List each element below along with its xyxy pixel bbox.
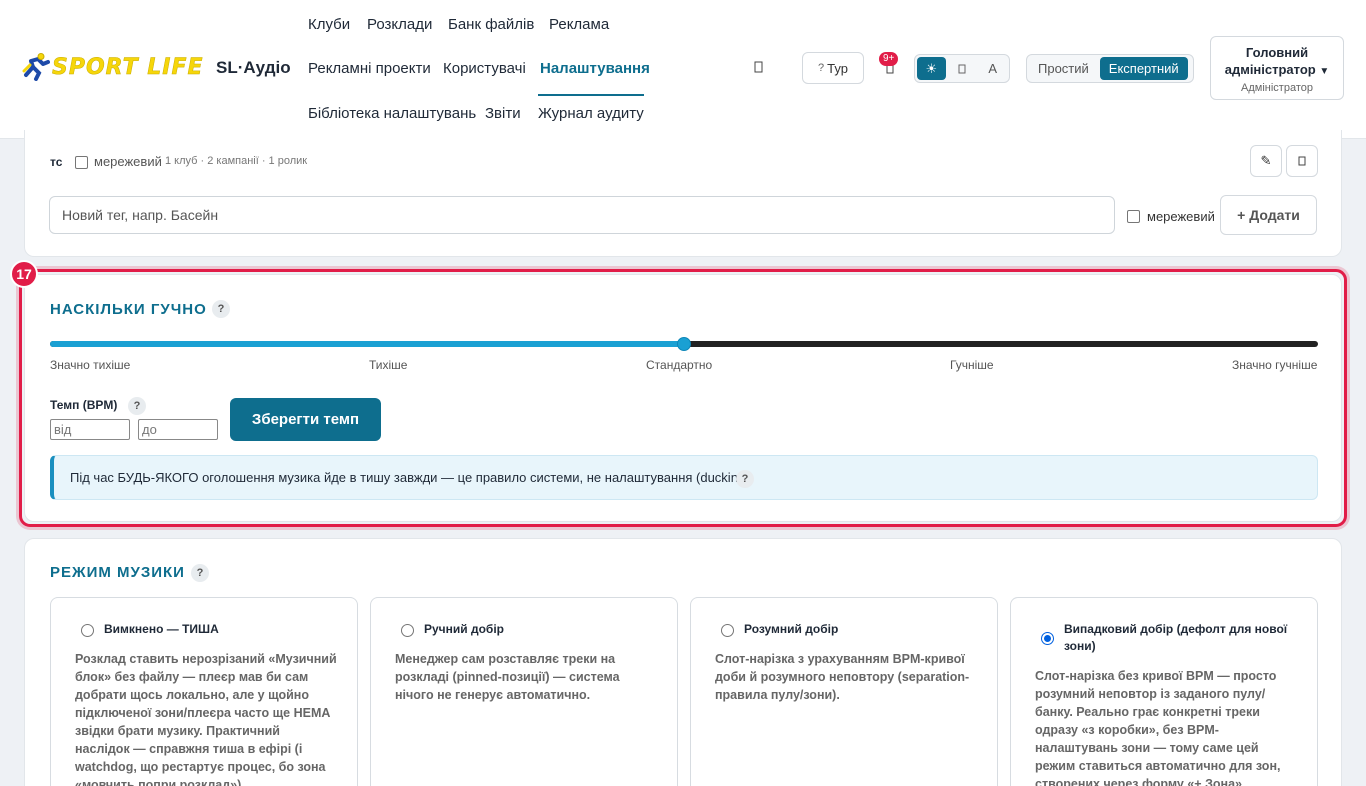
new-tag-network-checkbox[interactable] (1127, 210, 1140, 223)
nav-settings[interactable]: Налаштування (540, 60, 650, 77)
mode-option-title: Розумний добір (744, 622, 839, 636)
notifications-badge: 9+ (879, 52, 899, 66)
save-tempo-button[interactable]: Зберегти темп (230, 398, 381, 441)
mode-simple-button[interactable]: Простий (1029, 57, 1098, 80)
tour-step-badge: 17 (10, 260, 38, 288)
loudness-help-icon[interactable]: ? (212, 300, 230, 318)
nav-ads[interactable]: Реклама (549, 16, 609, 33)
tempo-help-icon[interactable]: ? (128, 397, 146, 415)
nav-settings-library[interactable]: Бібліотека налаштувань (308, 105, 476, 122)
slider-label-standard: Стандартно (646, 358, 713, 372)
mode-option-desc: Слот-нарізка з урахуванням BPM-кривої до… (715, 652, 970, 702)
mode-option-random[interactable]: Випадковий добір (дефолт для нової зони)… (1010, 597, 1318, 786)
ducking-info-text: Під час БУДЬ-ЯКОГО оголошення музика йде… (70, 470, 754, 485)
nav-audit-log[interactable]: Журнал аудиту (538, 105, 644, 122)
ui-mode-switcher: Простий Експертний (1026, 54, 1194, 83)
tag-network-checkbox[interactable] (75, 156, 88, 169)
nav-file-bank[interactable]: Банк файлів (448, 16, 534, 33)
slider-thumb[interactable] (677, 337, 691, 351)
tag-name: тс (50, 155, 63, 169)
sport-life-logo[interactable]: SPORT LIFE (22, 53, 204, 81)
mode-radio-off[interactable] (81, 624, 94, 637)
ducking-info-box: Під час БУДЬ-ЯКОГО оголошення музика йде… (50, 455, 1318, 500)
loudness-card: НАСКІЛЬКИ ГУЧНО ? Значно тихіше Тихіше С… (24, 274, 1342, 522)
new-tag-input[interactable] (49, 196, 1115, 234)
tour-label: Тур (827, 60, 848, 76)
logo-text: SPORT LIFE (52, 54, 204, 80)
slider-label-much-quieter: Значно тихіше (50, 358, 131, 372)
mode-option-desc: Слот-нарізка без кривої BPM — просто роз… (1035, 669, 1281, 786)
theme-dark-button[interactable] (948, 57, 977, 80)
trash-icon (1298, 156, 1306, 166)
user-name-row: Головний адміністратор ▼ (1211, 44, 1343, 80)
nav-reports[interactable]: Звіти (485, 105, 521, 122)
tag-meta: 1 клуб · 2 кампанії · 1 ролик (165, 155, 308, 167)
mode-option-title: Ручний добір (424, 622, 505, 636)
nav-clubs[interactable]: Клуби (308, 16, 350, 33)
add-tag-button[interactable]: + Додати (1220, 195, 1317, 235)
mode-radio-random[interactable] (1041, 632, 1054, 645)
new-tag-network-label: мережевий (1147, 209, 1215, 224)
mode-option-title: Випадковий добір (дефолт для нової зони) (1064, 622, 1288, 653)
app-name: SL·Аудіо (216, 58, 291, 77)
tag-network-label: мережевий (94, 154, 162, 169)
slider-fill (50, 341, 684, 347)
delete-tag-button[interactable] (1286, 145, 1318, 177)
nav-ad-projects[interactable]: Рекламні проекти (308, 60, 431, 77)
music-mode-help-icon[interactable]: ? (191, 564, 209, 582)
loudness-slider[interactable] (50, 337, 1318, 351)
loudness-title: НАСКІЛЬКИ ГУЧНО (50, 301, 207, 318)
tempo-from-input[interactable] (50, 419, 130, 440)
runner-logo-icon (22, 53, 50, 81)
mode-option-desc: Розклад ставить нерозрізаний «Музичний б… (75, 652, 337, 786)
user-name: Головний адміністратор (1224, 45, 1316, 77)
slider-label-quieter: Тихіше (369, 358, 408, 372)
theme-light-button[interactable]: ☀ (917, 57, 946, 80)
mode-option-desc: Менеджер сам розставляє треки на розклад… (395, 652, 620, 702)
mode-option-off[interactable]: Вимкнено — ТИША Розклад ставить нерозріз… (50, 597, 358, 786)
mode-radio-smart[interactable] (721, 624, 734, 637)
mode-option-title: Вимкнено — ТИША (104, 622, 219, 636)
mode-option-smart[interactable]: Розумний добір Слот-нарізка з урахування… (690, 597, 998, 786)
mode-option-manual[interactable]: Ручний добір Менеджер сам розставляє тре… (370, 597, 678, 786)
search-icon[interactable] (754, 60, 764, 76)
edit-tag-button[interactable]: ✎ (1250, 145, 1282, 177)
tour-button[interactable]: ? Тур (802, 52, 864, 84)
nav-schedules[interactable]: Розклади (367, 16, 432, 33)
active-nav-underline (538, 94, 644, 96)
theme-auto-button[interactable]: A (978, 57, 1007, 80)
ducking-help-icon[interactable]: ? (736, 470, 754, 488)
nav-users[interactable]: Користувачі (443, 60, 526, 77)
theme-switcher: ☀ A (914, 54, 1010, 83)
tempo-label: Темп (BPM) (50, 398, 118, 412)
slider-label-louder: Гучніше (950, 358, 994, 372)
music-mode-card: РЕЖИМ МУЗИКИ ? Вимкнено — ТИША Розклад с… (24, 538, 1342, 786)
mode-radio-manual[interactable] (401, 624, 414, 637)
user-menu[interactable]: Головний адміністратор ▼ Адміністратор (1210, 36, 1344, 100)
music-mode-title: РЕЖИМ МУЗИКИ (50, 564, 185, 581)
user-role: Адміністратор (1241, 82, 1313, 94)
slider-label-much-louder: Значно гучніше (1232, 358, 1318, 372)
tags-card: тс мережевий 1 клуб · 2 кампанії · 1 рол… (24, 130, 1342, 257)
mode-expert-button[interactable]: Експертний (1099, 57, 1188, 80)
tempo-to-input[interactable] (138, 419, 218, 440)
help-icon: ? (818, 62, 825, 74)
chevron-down-icon: ▼ (1319, 66, 1330, 77)
pencil-icon: ✎ (1260, 153, 1272, 168)
top-header: SPORT LIFE SL·Аудіо Клуби Розклади Банк … (0, 0, 1366, 139)
